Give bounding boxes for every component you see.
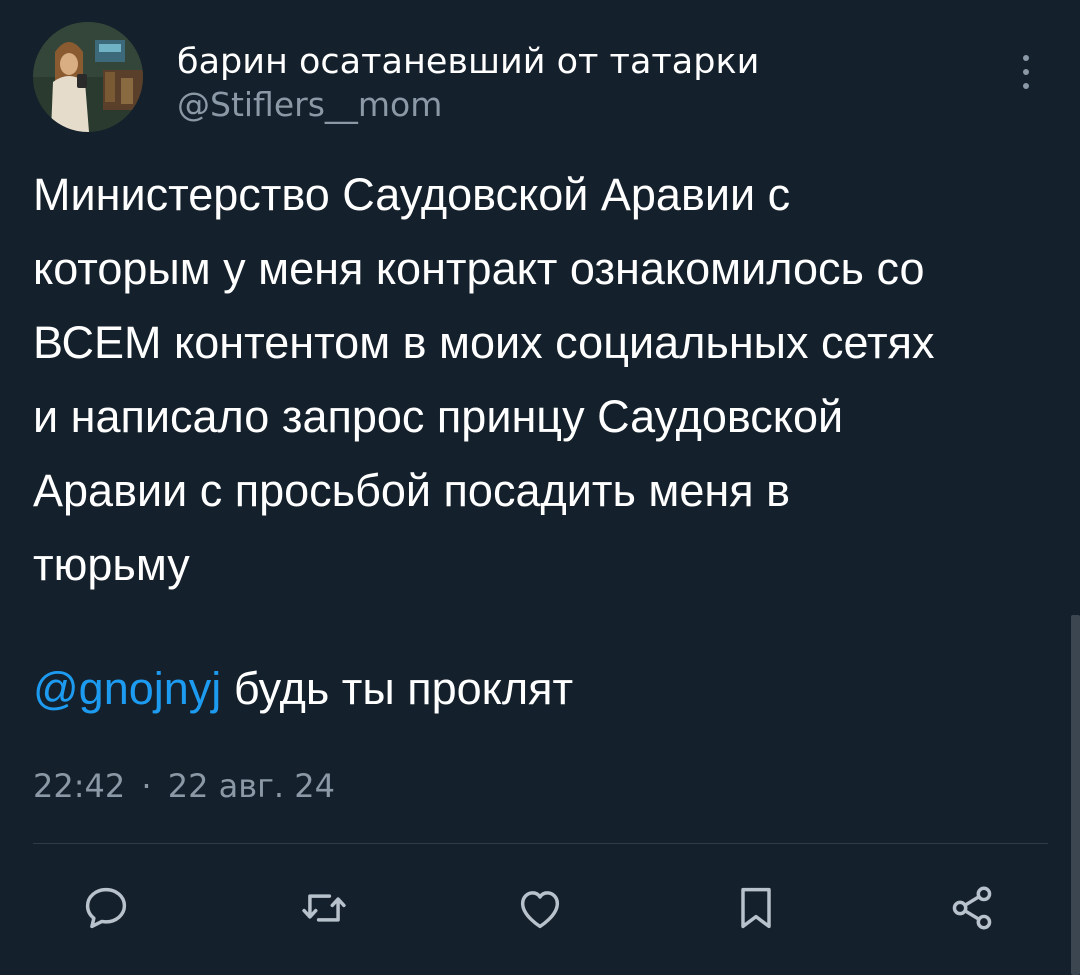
bookmark-icon [741,887,771,929]
reply-button[interactable] [74,876,138,940]
reply-icon [85,887,127,929]
bookmark-button[interactable] [724,876,788,940]
action-bar [0,870,1080,950]
scrollbar[interactable] [1071,615,1080,975]
author-handle[interactable]: @Stiflers__mom [177,84,442,126]
tweet-header: барин осатаневший от татарки @Stiflers__… [33,22,1053,134]
reply-line: @gnojnyj будь ты проклят [33,654,1053,724]
divider [33,843,1048,844]
share-icon [952,886,992,930]
share-button[interactable] [940,876,1004,940]
like-button[interactable] [508,876,572,940]
tweet-date: 22 авг. 24 [167,767,335,805]
author-display-name[interactable]: барин осатаневший от татарки [177,40,759,84]
tweet-text: Министерство Саудовской Аравии с которым… [33,169,935,590]
heart-icon [520,891,560,929]
avatar-photo-icon [33,22,143,132]
tweet-detail-screen: барин осатаневший от татарки @Stiflers__… [0,0,1080,975]
retweet-button[interactable] [292,876,356,940]
tweet-time: 22:42 [33,767,126,805]
more-vertical-icon [1023,55,1029,89]
avatar[interactable] [33,22,143,132]
tweet-timestamp: 22:42 · 22 авг. 24 [33,764,335,808]
reply-text: будь ты проклят [233,663,574,714]
more-options-button[interactable] [1011,42,1041,102]
retweet-icon [302,894,346,922]
timestamp-separator: · [141,767,152,805]
mention-link[interactable]: @gnojnyj [33,663,221,714]
